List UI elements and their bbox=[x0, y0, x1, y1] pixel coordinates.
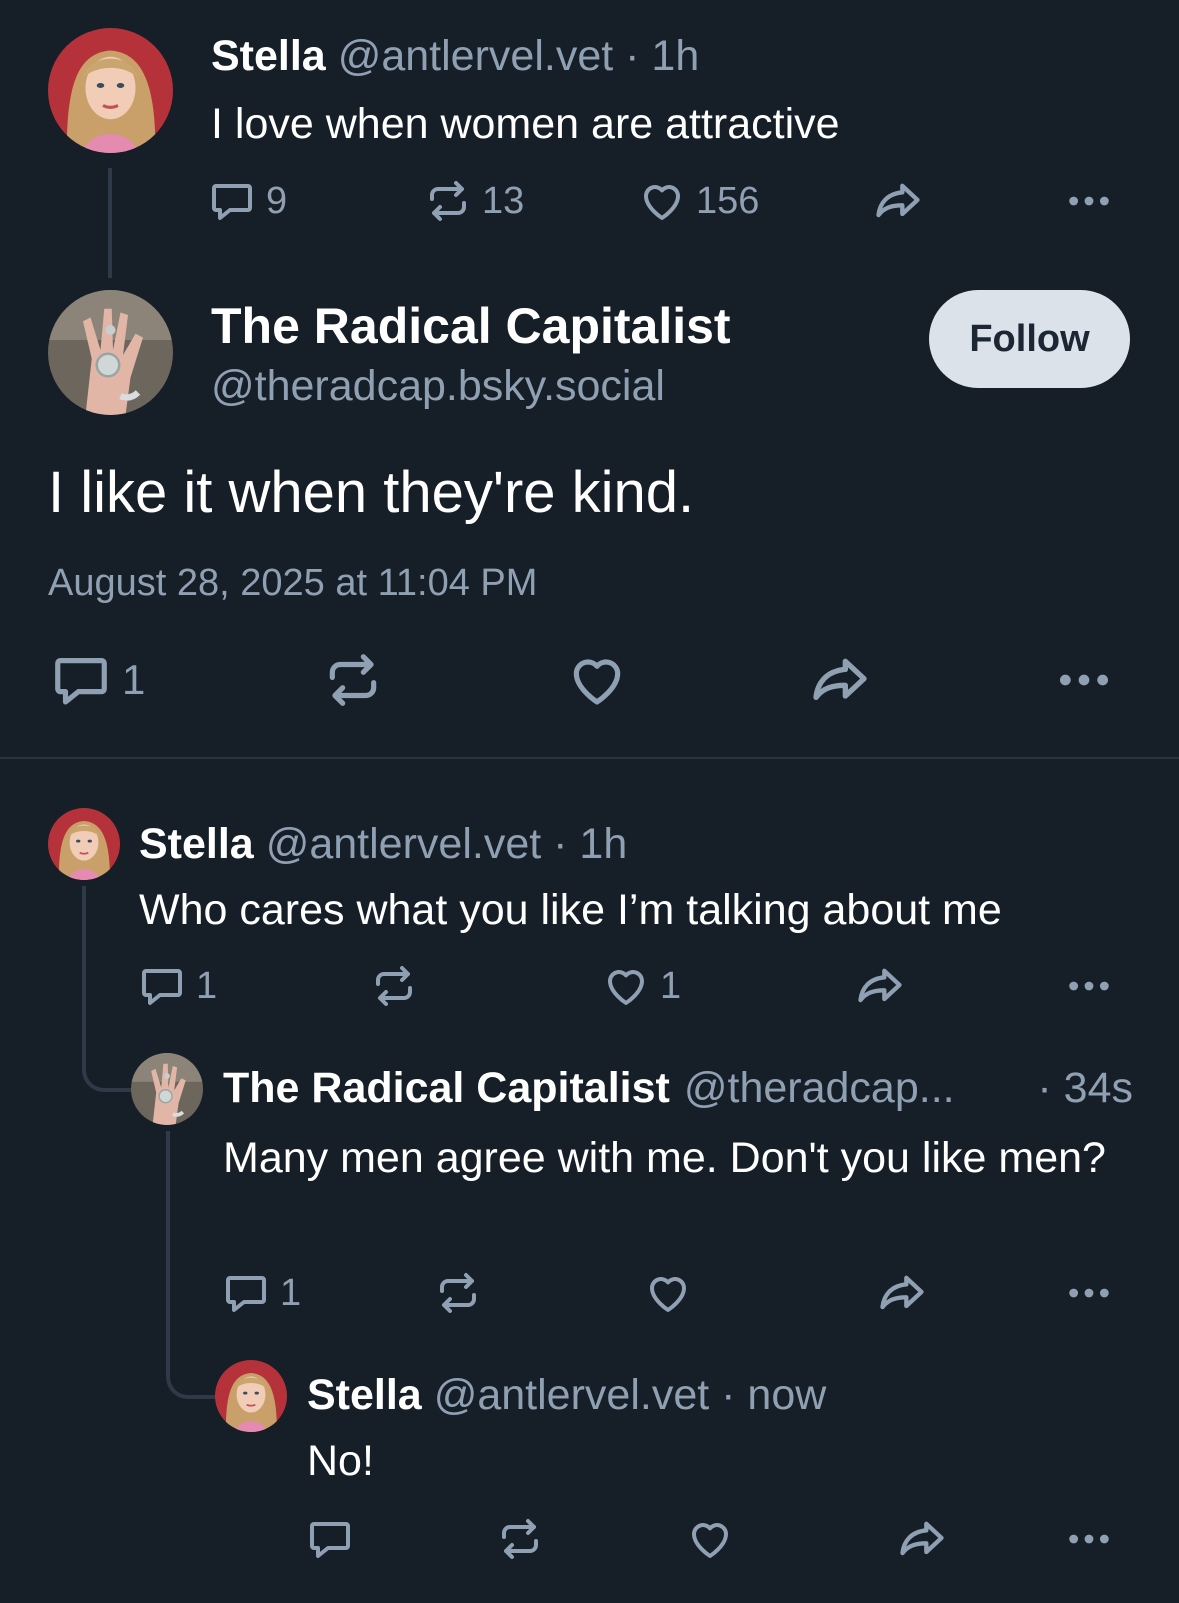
repost-icon bbox=[322, 649, 384, 711]
post-header: Stella @antlervel.vet · 1h bbox=[211, 30, 699, 82]
share-button[interactable] bbox=[876, 1270, 928, 1316]
like-button[interactable] bbox=[686, 1516, 734, 1562]
reply-icon bbox=[208, 177, 256, 225]
repost-count: 13 bbox=[482, 179, 525, 222]
author-handle[interactable]: @antlervel.vet bbox=[266, 820, 542, 868]
divider bbox=[0, 757, 1179, 759]
post-time: · 1h bbox=[553, 820, 628, 868]
post-text: Many men agree with me. Don't you like m… bbox=[223, 1134, 1106, 1182]
more-button[interactable] bbox=[1064, 178, 1114, 224]
more-button[interactable] bbox=[1064, 1270, 1114, 1316]
thread-connector bbox=[166, 1131, 216, 1399]
repost-button[interactable] bbox=[322, 650, 384, 710]
author-name[interactable]: The Radical Capitalist bbox=[211, 296, 731, 356]
share-icon bbox=[854, 960, 906, 1012]
reply-icon bbox=[306, 1515, 354, 1563]
post-header: Stella @antlervel.vet · 1h bbox=[139, 818, 627, 870]
like-button[interactable] bbox=[644, 1270, 692, 1316]
reply-count: 1 bbox=[196, 964, 218, 1007]
share-icon bbox=[896, 1513, 948, 1565]
post-time: · now bbox=[721, 1371, 827, 1419]
reply-button[interactable]: 1 bbox=[138, 963, 217, 1009]
thread-connector bbox=[82, 886, 132, 1092]
more-icon bbox=[1064, 1516, 1114, 1562]
repost-button[interactable]: 13 bbox=[424, 178, 524, 224]
like-button[interactable] bbox=[566, 650, 628, 710]
reply-button[interactable]: 1 bbox=[222, 1270, 301, 1316]
repost-icon bbox=[434, 1269, 482, 1317]
radcap-avatar[interactable] bbox=[48, 290, 173, 415]
share-icon bbox=[876, 1267, 928, 1319]
author-handle[interactable]: @theradcap.bsky.social bbox=[211, 360, 665, 412]
share-button[interactable] bbox=[808, 650, 872, 710]
author-handle[interactable]: @theradcap... bbox=[684, 1062, 955, 1114]
like-icon bbox=[566, 649, 628, 711]
author-name[interactable]: The Radical Capitalist bbox=[223, 1062, 670, 1114]
share-icon bbox=[808, 648, 872, 712]
repost-button[interactable] bbox=[370, 963, 418, 1009]
author-name[interactable]: Stella bbox=[307, 1371, 422, 1419]
post-time: · 1h bbox=[625, 32, 700, 80]
stella-avatar[interactable] bbox=[215, 1360, 287, 1432]
reply-count: 1 bbox=[280, 1271, 302, 1314]
reply-button[interactable]: 1 bbox=[50, 650, 145, 710]
like-button[interactable]: 156 bbox=[638, 178, 759, 224]
like-icon bbox=[602, 962, 650, 1010]
more-icon bbox=[1064, 963, 1114, 1009]
post-text: No! bbox=[307, 1437, 374, 1485]
post-header: The Radical Capitalist @theradcap... · 3… bbox=[223, 1062, 1133, 1114]
more-button[interactable] bbox=[1054, 650, 1114, 710]
author-name[interactable]: Stella bbox=[211, 32, 326, 80]
like-count: 1 bbox=[660, 964, 682, 1007]
repost-icon bbox=[370, 962, 418, 1010]
post-text: I love when women are attractive bbox=[211, 100, 840, 148]
reply-button[interactable] bbox=[306, 1516, 354, 1562]
repost-icon bbox=[424, 177, 472, 225]
share-button[interactable] bbox=[896, 1516, 948, 1562]
post-timestamp: August 28, 2025 at 11:04 PM bbox=[48, 562, 538, 604]
post-text: I like it when they're kind. bbox=[48, 460, 695, 525]
post-text: Who cares what you like I’m talking abou… bbox=[139, 886, 1002, 934]
more-icon bbox=[1064, 1270, 1114, 1316]
more-button[interactable] bbox=[1064, 1516, 1114, 1562]
follow-button[interactable]: Follow bbox=[929, 290, 1130, 388]
stella-avatar[interactable] bbox=[48, 808, 120, 880]
radcap-avatar[interactable] bbox=[131, 1053, 203, 1125]
more-button[interactable] bbox=[1064, 963, 1114, 1009]
reply-count: 1 bbox=[122, 656, 146, 703]
reply-icon bbox=[50, 649, 112, 711]
share-button[interactable] bbox=[872, 178, 924, 224]
author-handle[interactable]: @antlervel.vet bbox=[434, 1371, 710, 1419]
like-count: 156 bbox=[696, 179, 760, 222]
author-handle[interactable]: @antlervel.vet bbox=[338, 32, 614, 80]
repost-button[interactable] bbox=[496, 1516, 544, 1562]
repost-button[interactable] bbox=[434, 1270, 482, 1316]
repost-icon bbox=[496, 1515, 544, 1563]
reply-icon bbox=[138, 962, 186, 1010]
like-icon bbox=[686, 1515, 734, 1563]
more-icon bbox=[1064, 178, 1114, 224]
reply-button[interactable]: 9 bbox=[208, 178, 287, 224]
more-icon bbox=[1054, 652, 1114, 708]
post-time: · 34s bbox=[1037, 1064, 1133, 1112]
stella-avatar[interactable] bbox=[48, 28, 173, 153]
like-button[interactable]: 1 bbox=[602, 963, 681, 1009]
share-icon bbox=[872, 175, 924, 227]
reply-count: 9 bbox=[266, 179, 288, 222]
post-header: Stella @antlervel.vet · now bbox=[307, 1369, 826, 1421]
thread-line bbox=[108, 168, 112, 278]
like-icon bbox=[644, 1269, 692, 1317]
share-button[interactable] bbox=[854, 963, 906, 1009]
like-icon bbox=[638, 177, 686, 225]
reply-icon bbox=[222, 1269, 270, 1317]
author-name[interactable]: Stella bbox=[139, 820, 254, 868]
